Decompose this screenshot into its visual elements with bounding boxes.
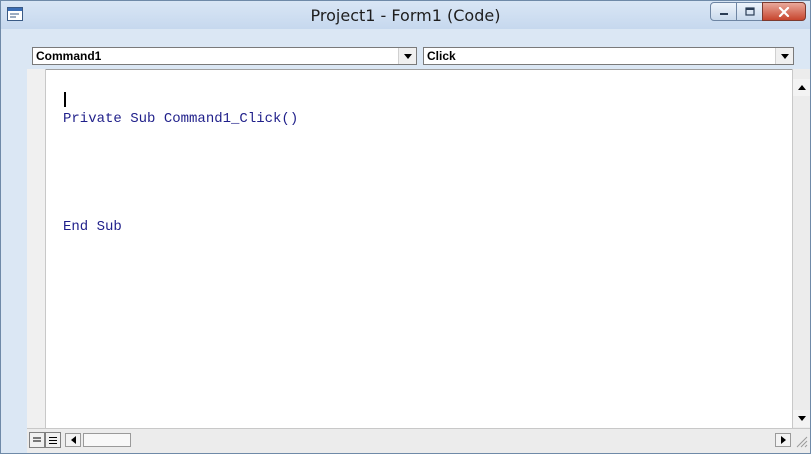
chevron-down-icon xyxy=(780,53,789,59)
maximize-icon xyxy=(744,7,755,16)
minimize-button[interactable] xyxy=(710,2,737,21)
procedure-view-button[interactable] xyxy=(29,432,45,448)
horizontal-scroll-thumb[interactable] xyxy=(83,433,131,447)
close-icon xyxy=(778,6,790,17)
object-combo-dropdown-button[interactable] xyxy=(398,48,416,64)
chevron-up-icon xyxy=(797,85,806,90)
caption-buttons xyxy=(710,2,806,22)
close-button[interactable] xyxy=(762,2,806,21)
procedure-combo[interactable]: Click xyxy=(423,47,794,65)
window-frame-left xyxy=(1,29,27,453)
code-line[interactable] xyxy=(63,164,298,182)
object-combo[interactable]: Command1 xyxy=(32,47,417,65)
object-combo-value: Command1 xyxy=(36,49,102,63)
code-line[interactable]: Private Sub Command1_Click() xyxy=(63,110,298,128)
procedure-view-icon xyxy=(33,437,41,442)
procedure-combo-dropdown-button[interactable] xyxy=(775,48,793,64)
vertical-scrollbar[interactable] xyxy=(792,69,810,428)
procedure-combo-value: Click xyxy=(427,49,456,63)
chevron-left-icon xyxy=(70,436,76,444)
full-module-view-icon xyxy=(49,436,57,444)
title-bar[interactable]: Project1 - Form1 (Code) xyxy=(1,1,810,29)
code-line[interactable]: End Sub xyxy=(63,218,298,236)
full-module-view-button[interactable] xyxy=(45,432,61,448)
bottom-bar xyxy=(27,428,810,453)
code-window: Project1 - Form1 (Code) Command1 Click P… xyxy=(0,0,811,454)
text-caret xyxy=(64,92,66,107)
chevron-down-icon xyxy=(403,53,412,59)
scroll-down-button[interactable] xyxy=(793,410,810,427)
minimize-icon xyxy=(719,12,728,15)
maximize-button[interactable] xyxy=(736,2,763,21)
chevron-right-icon xyxy=(780,436,786,444)
scroll-up-button[interactable] xyxy=(793,79,810,96)
code-text[interactable]: Private Sub Command1_Click() End Sub xyxy=(63,74,298,272)
scroll-left-button[interactable] xyxy=(65,433,81,447)
resize-grip-icon[interactable] xyxy=(794,434,808,448)
code-margin[interactable] xyxy=(27,69,46,428)
chevron-down-icon xyxy=(797,416,806,421)
scroll-right-button[interactable] xyxy=(775,433,791,447)
window-title: Project1 - Form1 (Code) xyxy=(310,6,501,25)
